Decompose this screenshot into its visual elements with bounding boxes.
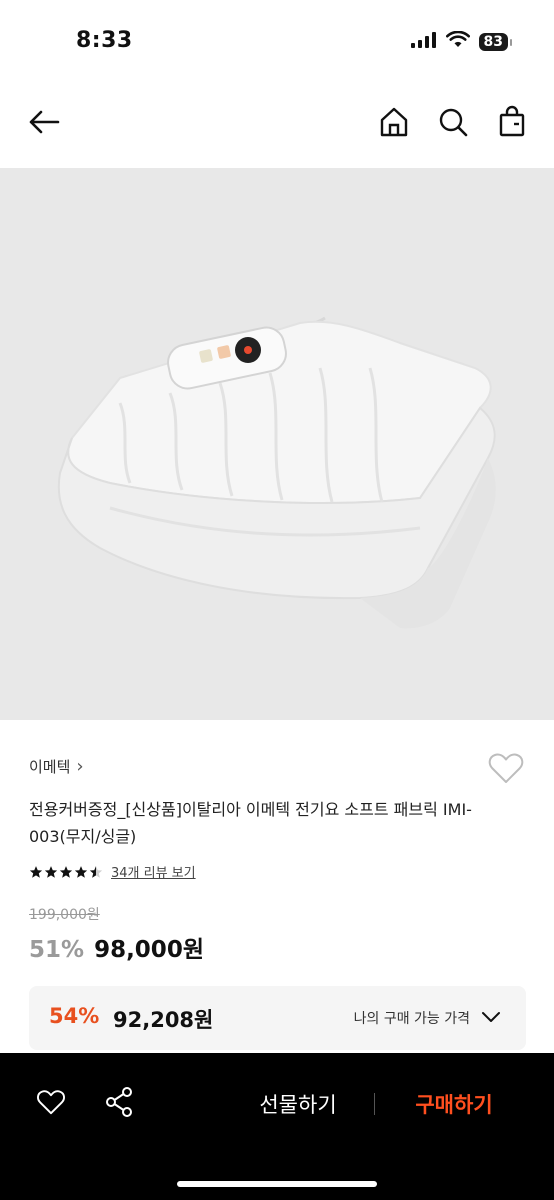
home-button[interactable]	[376, 106, 412, 142]
star-icon	[74, 865, 88, 878]
back-button[interactable]	[26, 106, 62, 142]
status-time: 8:33	[76, 28, 133, 53]
battery-indicator: 83	[478, 32, 513, 51]
divider	[374, 1093, 375, 1115]
my-discount-rate: 54%	[49, 1004, 100, 1028]
status-icons: 83	[410, 30, 513, 52]
heart-icon	[486, 753, 526, 792]
buy-button[interactable]: 구매하기	[392, 1087, 516, 1123]
blanket-illustration	[57, 316, 496, 629]
wishlist-button[interactable]	[486, 748, 526, 788]
cart-button[interactable]	[494, 105, 530, 143]
share-button[interactable]	[102, 1087, 136, 1121]
share-icon	[103, 1086, 135, 1122]
chevron-down-icon	[480, 1006, 502, 1032]
star-icon	[44, 865, 58, 878]
gift-button[interactable]: 선물하기	[240, 1087, 356, 1123]
signal-icon	[410, 31, 437, 52]
my-price-label: 나의 구매 가능 가격	[353, 1011, 470, 1027]
my-price: 92,208원	[113, 1008, 214, 1032]
wifi-icon	[445, 30, 470, 52]
shopping-bag-icon	[495, 105, 529, 143]
home-indicator	[177, 1181, 377, 1187]
brand-name: 이메텍	[29, 758, 71, 776]
original-price: 199,000원	[29, 907, 100, 923]
chevron-right-icon: ›	[76, 756, 84, 777]
discount-rate: 51%	[29, 937, 85, 963]
rating-row: 34개 리뷰 보기	[29, 862, 196, 881]
review-link[interactable]: 34개 리뷰 보기	[111, 862, 196, 881]
rating-stars	[29, 865, 103, 879]
search-button[interactable]	[435, 106, 471, 142]
brand-link[interactable]: 이메텍 ›	[29, 756, 84, 777]
top-navigation	[0, 90, 554, 162]
star-half-icon	[89, 865, 103, 878]
bottom-action-bar: 선물하기 구매하기	[0, 1053, 554, 1200]
status-bar: 8:33 83	[0, 0, 554, 84]
wish-button[interactable]	[34, 1087, 68, 1121]
sale-price: 98,000원	[94, 937, 204, 963]
price-row: 51% 98,000원	[29, 930, 204, 964]
star-icon	[59, 865, 73, 878]
star-icon	[29, 865, 43, 878]
product-image[interactable]	[0, 168, 554, 720]
arrow-left-icon	[26, 104, 62, 144]
my-price-dropdown[interactable]: 54% 92,208원 나의 구매 가능 가격	[29, 986, 526, 1050]
product-title: 전용커버증정_[신상품]이탈리아 이메텍 전기요 소프트 패브릭 IMI-003…	[29, 800, 472, 846]
home-icon	[377, 105, 411, 143]
heart-icon	[35, 1086, 67, 1122]
search-icon	[436, 105, 470, 143]
